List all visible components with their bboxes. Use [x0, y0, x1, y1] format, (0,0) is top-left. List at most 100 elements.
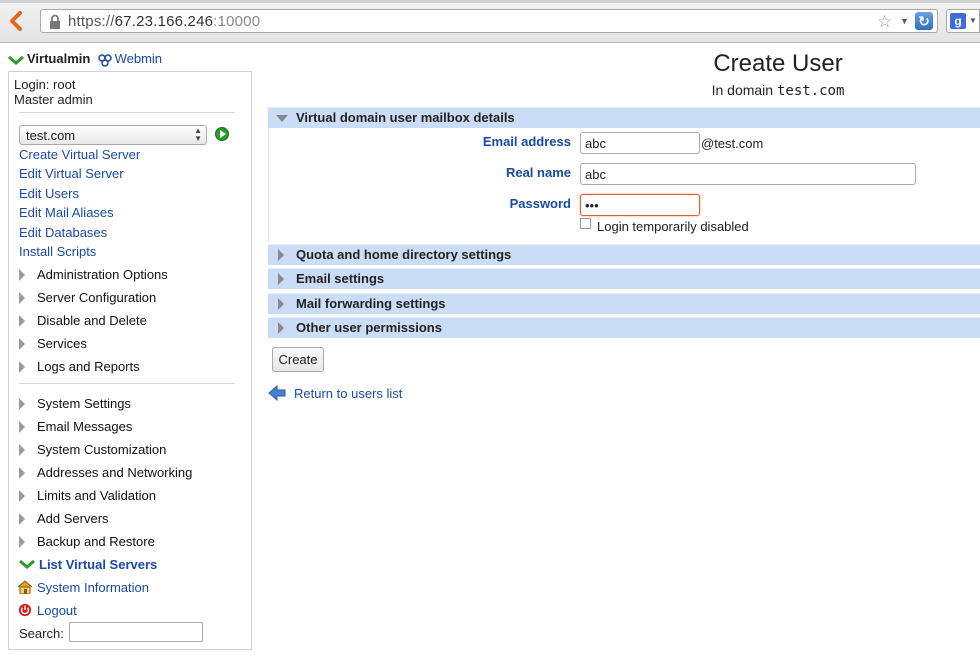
google-icon: g: [950, 13, 966, 29]
virtualmin-check-icon: [8, 55, 24, 65]
subtitle-domain: test.com: [776, 83, 845, 99]
nav-category[interactable]: System Customization: [19, 442, 166, 457]
login-line: Login: root: [14, 77, 76, 92]
nav-category[interactable]: Limits and Validation: [19, 488, 156, 503]
virtualmin-link[interactable]: Virtualmin: [27, 51, 90, 66]
section-header-mailbox-details[interactable]: Virtual domain user mailbox details: [268, 107, 980, 128]
virtualmin-check-icon: [19, 559, 35, 569]
nav-category[interactable]: Add Servers: [19, 511, 109, 526]
page-title: Create User: [713, 50, 843, 77]
expand-arrow-icon: [19, 513, 25, 525]
nav-category[interactable]: Logs and Reports: [19, 359, 140, 374]
nav-logout[interactable]: Logout: [17, 603, 77, 618]
expand-arrow-icon: [278, 273, 284, 285]
expand-arrow-icon: [19, 338, 25, 350]
url-dropdown-icon[interactable]: ▼: [900, 16, 909, 26]
nav-category[interactable]: Services: [19, 336, 87, 351]
section-header-other-permissions[interactable]: Other user permissions: [268, 317, 980, 338]
nav-category-label: Add Servers: [37, 511, 109, 526]
window-top-edge: [0, 0, 980, 3]
section-header-quota[interactable]: Quota and home directory settings: [268, 244, 980, 265]
expand-arrow-icon: [278, 298, 284, 310]
divider: [19, 383, 235, 384]
nav-system-information[interactable]: System Information: [17, 580, 149, 595]
nav-category-label: System Settings: [37, 396, 131, 411]
reload-icon[interactable]: ↻: [915, 12, 933, 30]
nav-category[interactable]: Backup and Restore: [19, 534, 155, 549]
section-label: Quota and home directory settings: [296, 247, 512, 262]
expand-arrow-icon: [19, 467, 25, 479]
search-label: Search:: [19, 626, 64, 641]
nav-install-scripts[interactable]: Install Scripts: [19, 244, 96, 259]
nav-category-label: Disable and Delete: [37, 313, 147, 328]
section-header-mail-forwarding[interactable]: Mail forwarding settings: [268, 293, 980, 314]
nav-edit-mail-aliases[interactable]: Edit Mail Aliases: [19, 205, 114, 220]
brand-bar: Virtualmin Webmin: [8, 51, 162, 67]
back-arrow-icon[interactable]: [6, 10, 28, 32]
email-address-input[interactable]: abc: [580, 132, 700, 154]
nav-category-label: Backup and Restore: [37, 534, 155, 549]
login-info: Login: root Master admin: [14, 77, 93, 107]
go-icon[interactable]: [215, 127, 229, 141]
nav-category[interactable]: Disable and Delete: [19, 313, 147, 328]
nav-create-virtual-server[interactable]: Create Virtual Server: [19, 147, 140, 162]
login-disabled-checkbox[interactable]: [580, 218, 591, 229]
search-engine-box[interactable]: g ▼: [946, 9, 980, 33]
email-address-label: Email address: [482, 134, 571, 149]
expand-arrow-icon: [19, 269, 25, 281]
nav-category[interactable]: Administration Options: [19, 267, 168, 282]
expand-arrow-icon: [19, 490, 25, 502]
expand-arrow-icon: [278, 322, 284, 334]
domain-select-value: test.com: [26, 128, 76, 143]
nav-category-label: Logs and Reports: [37, 359, 140, 374]
lock-icon: [50, 14, 60, 29]
nav-logout-label: Logout: [37, 603, 77, 618]
nav-category-label: Administration Options: [37, 267, 168, 282]
page-subtitle: In domain test.com: [586, 82, 970, 99]
nav-system-information-label: System Information: [37, 580, 149, 595]
login-disabled-label: Login temporarily disabled: [597, 219, 749, 234]
select-arrows-icon: ▲ ▼: [194, 126, 202, 143]
role-line: Master admin: [14, 92, 93, 107]
nav-category[interactable]: Addresses and Networking: [19, 465, 192, 480]
section-label: Other user permissions: [296, 320, 442, 335]
nav-edit-virtual-server[interactable]: Edit Virtual Server: [19, 166, 124, 181]
subtitle-prefix: In domain: [711, 82, 774, 98]
password-input[interactable]: •••: [580, 194, 700, 216]
webmin-link[interactable]: Webmin: [115, 51, 162, 66]
search-input[interactable]: [69, 622, 203, 642]
url-text: https://67.23.166.246:10000: [68, 13, 261, 30]
power-icon: [18, 603, 32, 617]
nav-category[interactable]: System Settings: [19, 396, 131, 411]
nav-category[interactable]: Email Messages: [19, 419, 132, 434]
browser-toolbar: https://67.23.166.246:10000 ☆ ▼ ↻ g ▼: [0, 0, 980, 43]
nav-category-label: Limits and Validation: [37, 488, 156, 503]
nav-list-virtual-servers-label: List Virtual Servers: [39, 557, 158, 572]
collapse-arrow-icon: [276, 115, 288, 122]
expand-arrow-icon: [19, 315, 25, 327]
divider: [19, 112, 235, 113]
nav-category-label: Addresses and Networking: [37, 465, 193, 480]
real-name-label: Real name: [505, 165, 571, 180]
domain-select[interactable]: test.com ▲ ▼: [19, 125, 207, 145]
expand-arrow-icon: [19, 398, 25, 410]
nav-category-label: Services: [37, 336, 87, 351]
nav-list-virtual-servers[interactable]: List Virtual Servers: [19, 557, 157, 572]
return-arrow-icon: [268, 385, 286, 401]
nav-category-label: Server Configuration: [37, 290, 157, 305]
nav-edit-users[interactable]: Edit Users: [19, 186, 79, 201]
webmin-icon: [97, 53, 112, 67]
search-engine-dropdown-icon[interactable]: ▼: [969, 16, 977, 25]
url-bar[interactable]: https://67.23.166.246:10000 ☆ ▼ ↻: [40, 9, 938, 33]
expand-arrow-icon: [19, 292, 25, 304]
section-header-email-settings[interactable]: Email settings: [268, 268, 980, 289]
nav-category[interactable]: Server Configuration: [19, 290, 156, 305]
nav-edit-databases[interactable]: Edit Databases: [19, 225, 107, 240]
email-domain-suffix: @test.com: [701, 136, 764, 151]
real-name-input[interactable]: abc: [580, 163, 916, 185]
expand-arrow-icon: [278, 249, 284, 261]
nav-category-label: Email Messages: [37, 419, 133, 434]
return-to-users-link[interactable]: Return to users list: [294, 386, 402, 401]
bookmark-star-icon[interactable]: ☆: [877, 12, 892, 32]
create-button[interactable]: Create: [272, 347, 324, 372]
